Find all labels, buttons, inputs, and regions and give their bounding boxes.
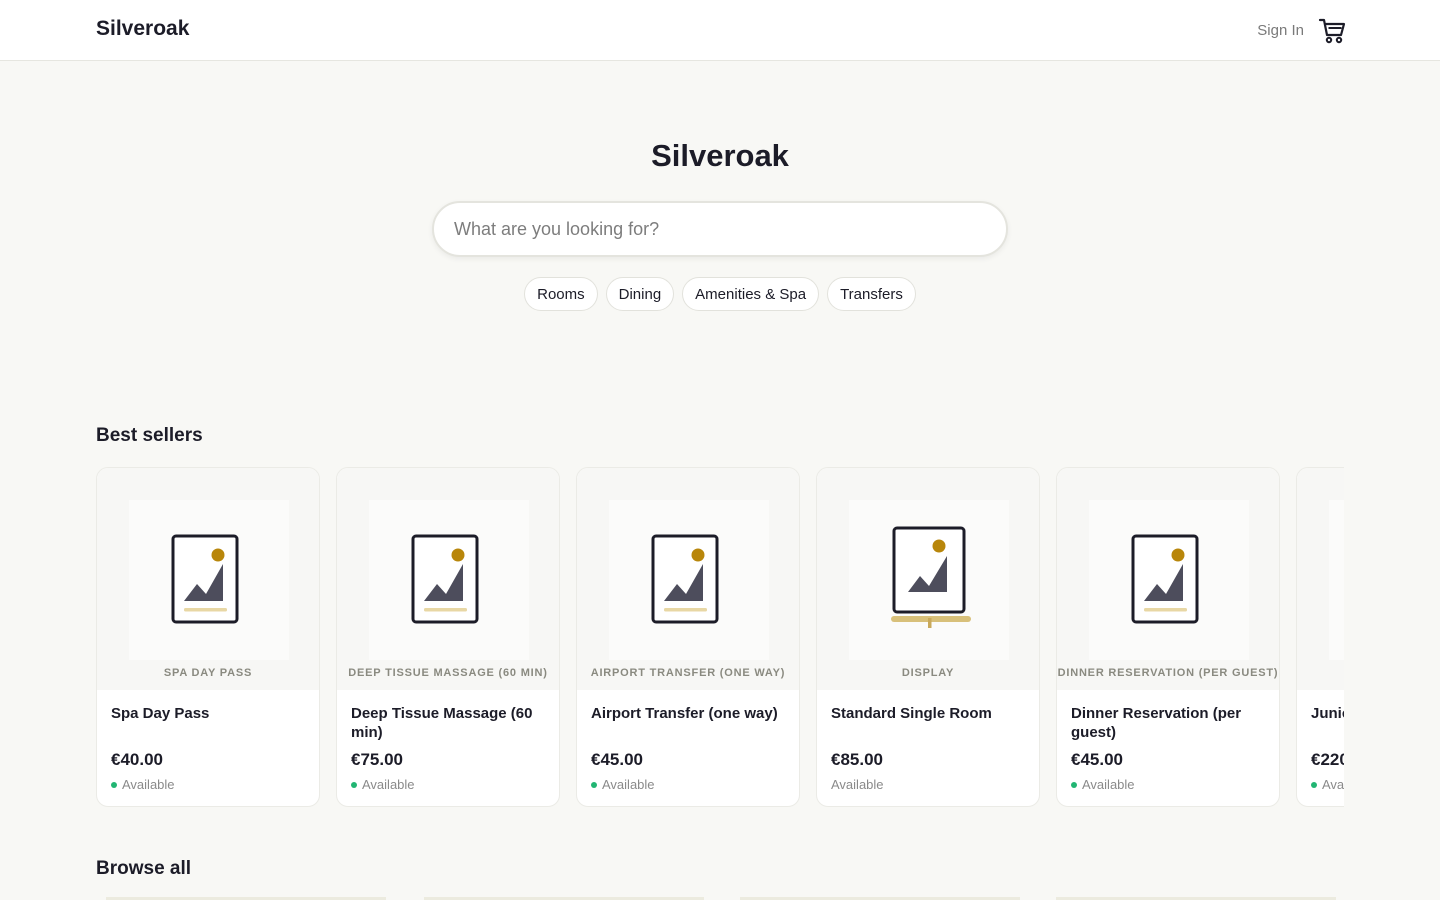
search-input[interactable] xyxy=(432,201,1008,257)
product-card[interactable]: SPA DAY PASS Spa Day Pass €40.00 Available xyxy=(96,467,320,807)
image-placeholder-icon xyxy=(1089,500,1249,660)
site-header: Silveroak Sign In xyxy=(0,0,1440,61)
chip-rooms[interactable]: Rooms xyxy=(524,277,598,311)
product-name: Spa Day Pass xyxy=(111,705,210,722)
product-name: Deep Tissue Massage (60 min) xyxy=(351,705,533,741)
product-category: DISPLAY xyxy=(901,667,955,679)
available-dot-icon xyxy=(1311,781,1317,788)
display-placeholder-icon xyxy=(849,500,1009,660)
product-image: DISPLAY xyxy=(817,468,1039,690)
available-dot-icon xyxy=(111,781,117,788)
availability-label: Available xyxy=(1082,777,1135,792)
category-chips: Rooms Dining Amenities & Spa Transfers xyxy=(0,277,1440,311)
cart-icon[interactable] xyxy=(1318,15,1346,45)
availability-status: Avai xyxy=(1311,777,1344,792)
available-dot-icon xyxy=(591,781,597,788)
availability-status: Available xyxy=(831,777,884,792)
product-card[interactable]: DISPLAY Standard Single Room €85.00 Availab… xyxy=(816,467,1040,807)
product-name: Standard Single Room xyxy=(831,705,992,722)
image-placeholder-icon xyxy=(369,500,529,660)
product-price: €45.00 xyxy=(591,750,643,769)
image-placeholder-icon xyxy=(129,500,289,660)
best-sellers-carousel[interactable]: SPA DAY PASS Spa Day Pass €40.00 Available D… xyxy=(96,467,1344,807)
availability-label: Available xyxy=(362,777,415,792)
image-placeholder-icon xyxy=(1329,500,1344,660)
chip-transfers[interactable]: Transfers xyxy=(827,277,916,311)
availability-label: Available xyxy=(602,777,655,792)
image-placeholder-icon xyxy=(609,500,769,660)
product-image: DEEP TISSUE MASSAGE (60 MIN) xyxy=(337,468,559,690)
availability-status: Available xyxy=(351,777,415,792)
product-card[interactable]: DEEP TISSUE MASSAGE (60 MIN) Deep Tissue … xyxy=(336,467,560,807)
product-price: €40.00 xyxy=(111,750,163,769)
product-image: SPA DAY PASS xyxy=(97,468,319,690)
hero-title: Silveroak xyxy=(651,138,789,173)
sign-in-link[interactable]: Sign In xyxy=(1257,22,1304,39)
product-image: AIRPORT TRANSFER (ONE WAY) xyxy=(577,468,799,690)
product-name: Dinner Reservation (per guest) xyxy=(1071,705,1242,741)
product-image xyxy=(1297,468,1344,690)
product-category: DINNER RESERVATION (PER GUEST) xyxy=(1057,667,1279,679)
product-category: DEEP TISSUE MASSAGE (60 MIN) xyxy=(348,667,548,679)
chip-dining[interactable]: Dining xyxy=(605,277,675,311)
logo[interactable]: Silveroak xyxy=(96,17,189,41)
best-sellers-title: Best sellers xyxy=(96,425,203,446)
availability-status: Available xyxy=(591,777,655,792)
available-dot-icon xyxy=(351,781,357,788)
product-card[interactable]: DINNER RESERVATION (PER GUEST) Dinner Res… xyxy=(1056,467,1280,807)
product-category: SPA DAY PASS xyxy=(163,667,253,679)
availability-status: Available xyxy=(111,777,175,792)
product-name: Airport Transfer (one way) xyxy=(591,705,778,722)
product-price: €75.00 xyxy=(351,750,403,769)
product-card[interactable]: Junic €220 Avai xyxy=(1296,467,1344,807)
product-card[interactable]: AIRPORT TRANSFER (ONE WAY) Airport Transf… xyxy=(576,467,800,807)
product-image: DINNER RESERVATION (PER GUEST) xyxy=(1057,468,1279,690)
product-price: €85.00 xyxy=(831,750,883,769)
browse-all-title: Browse all xyxy=(96,858,192,879)
product-price: €45.00 xyxy=(1071,750,1123,769)
chip-amenities-spa[interactable]: Amenities & Spa xyxy=(682,277,820,311)
available-dot-icon xyxy=(1071,781,1077,788)
product-name: Junic xyxy=(1311,705,1344,722)
availability-label: Available xyxy=(831,777,884,792)
availability-label: Available xyxy=(122,777,175,792)
availability-status: Available xyxy=(1071,777,1135,792)
product-category: AIRPORT TRANSFER (ONE WAY) xyxy=(590,667,786,679)
product-price: €220 xyxy=(1311,750,1344,769)
availability-label: Avai xyxy=(1322,777,1344,792)
